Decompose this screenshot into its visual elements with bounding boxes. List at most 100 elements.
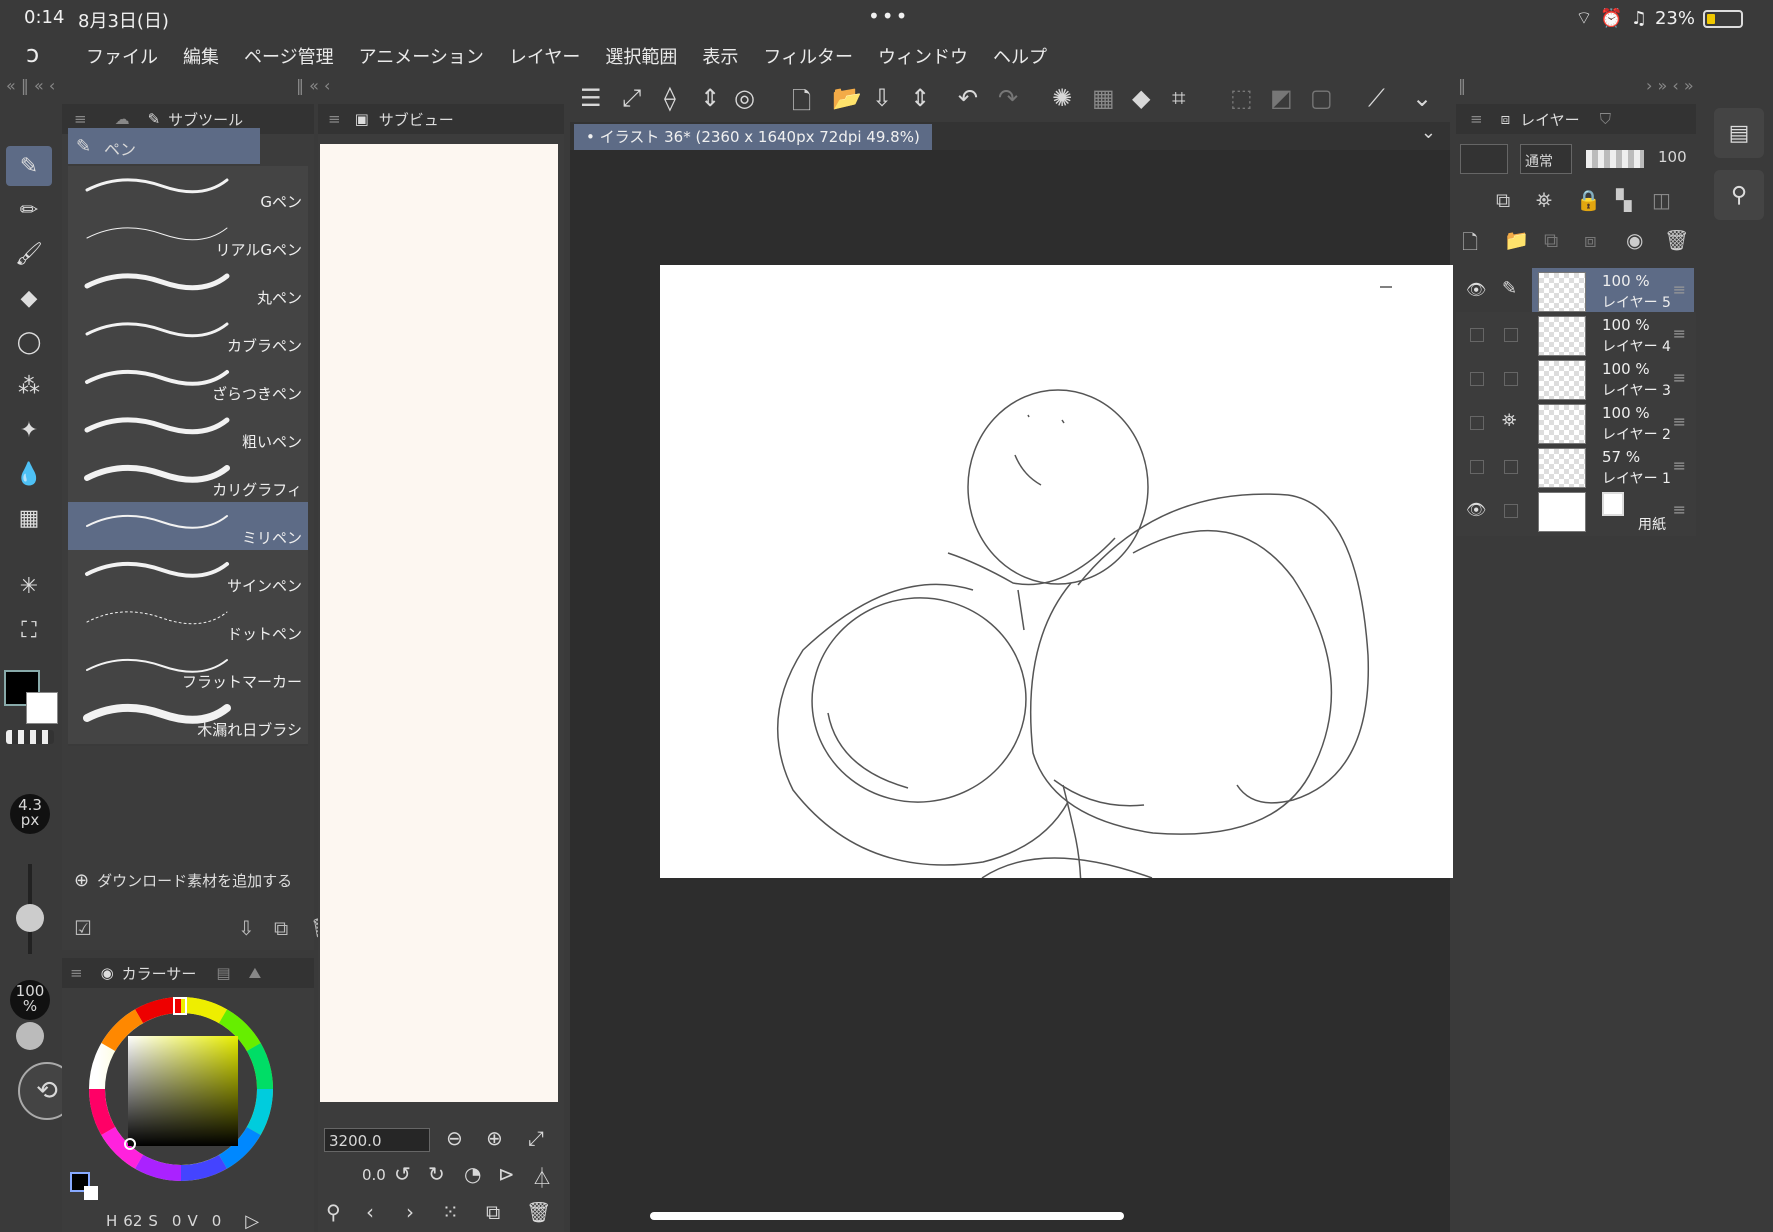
delete-image-icon[interactable]: 🗑 [526, 1200, 551, 1224]
brush-size-indicator[interactable]: 4.3 px [10, 794, 50, 834]
search-layer-icon[interactable]: ⚲ [1714, 170, 1764, 220]
menu-item[interactable]: ヘルプ [993, 43, 1047, 69]
panel-toggle-icon[interactable]: ▤ [1714, 108, 1764, 158]
zoom-out-icon[interactable]: ⊖ [446, 1126, 463, 1150]
fill-icon[interactable]: ◆ [1132, 84, 1150, 112]
brush-item[interactable]: リアルGペン [68, 214, 308, 266]
subview-tab[interactable]: サブビュー [379, 109, 454, 130]
undo-icon[interactable]: ↶ [958, 84, 978, 112]
layer-drag-handle-icon[interactable]: ≡ [1673, 500, 1686, 519]
brush-item[interactable]: フラットマーカー [68, 646, 308, 698]
save-icon[interactable]: ⇩ [872, 84, 892, 112]
hamburger-menu-icon[interactable]: ☰ [580, 84, 602, 112]
color-set-tab-icon[interactable]: ▤ [216, 964, 230, 982]
brush-item[interactable]: 木漏れ日ブラシ [68, 694, 308, 746]
new-raster-layer-icon[interactable]: 🗋 [1462, 228, 1478, 262]
pen-tool-icon[interactable]: ✎ [6, 146, 52, 186]
sparkle-tool-icon[interactable]: ✦ [6, 410, 52, 450]
subtool-import-icon[interactable]: ⇩ [238, 916, 255, 940]
canvas-tab[interactable]: • イラスト 36* (2360 x 1640px 72dpi 49.8%) [574, 124, 932, 150]
layer-row[interactable]: 👁 用紙 ≡ [1456, 488, 1696, 536]
subview-zoom-field[interactable]: 3200.0 [324, 1128, 430, 1152]
brush-item[interactable]: ミリペン [68, 502, 308, 554]
rec-icon[interactable]: ◎ [734, 84, 755, 112]
brush-item[interactable]: ざらつきペン [68, 358, 308, 410]
panel-menu-icon[interactable]: ≡ [70, 964, 83, 982]
eye-icon[interactable]: 👁 [1466, 280, 1486, 299]
invert-selection-icon[interactable]: ◩ [1270, 84, 1293, 112]
layer-mask-icon[interactable]: ◉ [1626, 228, 1643, 252]
menu-item[interactable]: アニメーション [359, 43, 484, 69]
fill-tool-icon[interactable]: ⛶ [6, 610, 52, 650]
panel-menu-icon[interactable]: ≡ [328, 110, 341, 128]
deselect-icon[interactable]: ⬚ [1230, 84, 1253, 112]
airbrush-tool-icon[interactable]: ⁂ [6, 366, 52, 406]
resize-canvas-icon[interactable]: ⤢ [622, 84, 641, 112]
reset-rotation-icon[interactable]: ◔ [464, 1162, 481, 1186]
collapse-mid-icon[interactable]: ‖ « ‹ [296, 76, 330, 100]
visibility-checkbox[interactable] [1470, 328, 1484, 342]
blend-mode-dropdown[interactable]: 通常 [1520, 144, 1572, 174]
layer-drag-handle-icon[interactable]: ≡ [1673, 324, 1686, 343]
menu-item[interactable]: 表示 [702, 43, 738, 69]
layer-tab[interactable]: レイヤー [1520, 109, 1580, 130]
subtool-settings-icon[interactable]: ☑ [74, 916, 92, 940]
copy-layer-icon[interactable]: ⧉ [1544, 228, 1558, 252]
lock-transparency-icon[interactable]: ▚ [1616, 188, 1631, 212]
layer-row[interactable]: 👁 ✎ 100 % レイヤー 5 ≡ [1456, 268, 1696, 316]
brush-item[interactable]: Gペン [68, 166, 308, 218]
fit-view-icon[interactable]: ⤢ [528, 1126, 544, 1150]
import-image-icon[interactable]: ⧉ [486, 1200, 500, 1224]
multitask-dots-icon[interactable]: ••• [868, 4, 909, 28]
layer-lock-checkbox[interactable] [1504, 372, 1518, 386]
home-indicator[interactable] [650, 1212, 1124, 1220]
color-wheel-tab[interactable]: カラーサー [122, 963, 197, 984]
flip-horizontal-icon[interactable]: ⊳ [498, 1162, 515, 1186]
subview-image[interactable] [320, 144, 558, 1102]
layer-color-dropdown[interactable] [1460, 144, 1508, 174]
brush-item[interactable]: 粗いペン [68, 406, 308, 458]
layer-lock-checkbox[interactable] [1504, 328, 1518, 342]
color-history-tab-icon[interactable]: ⛰ [249, 964, 262, 982]
add-material-button[interactable]: ⊕ ダウンロード素材を追加する [74, 870, 292, 891]
layer-row[interactable]: 57 % レイヤー 1 ≡ [1456, 444, 1696, 492]
collapse-right-icon[interactable]: ‖ [1458, 76, 1466, 100]
lasso-tool-icon[interactable]: ◯ [6, 322, 52, 362]
chevron-down-icon[interactable]: ⌄ [1412, 84, 1432, 112]
rotate-left-icon[interactable]: ↺ [394, 1162, 411, 1186]
grid-tool-icon[interactable]: ▦ [6, 498, 52, 538]
crop-icon[interactable]: ⌗ [1172, 84, 1186, 112]
subtool-duplicate-icon[interactable]: ⧉ [274, 916, 288, 940]
expand-right-icon[interactable]: › » ‹ » [1646, 76, 1694, 100]
pencil-tool-icon[interactable]: ✏ [6, 190, 52, 230]
auto-select-tool-icon[interactable]: ✳ [6, 566, 52, 606]
visibility-checkbox[interactable] [1470, 372, 1484, 386]
layer-row[interactable]: 100 % レイヤー 4 ≡ [1456, 312, 1696, 360]
delete-layer-icon[interactable]: 🗑 [1664, 228, 1689, 252]
menu-item[interactable]: レイヤー [509, 43, 580, 69]
menu-item[interactable]: フィルター [763, 43, 853, 69]
subtool-tab[interactable]: サブツール [168, 109, 243, 130]
open-folder-icon[interactable]: 📂 [832, 84, 862, 112]
visibility-checkbox[interactable] [1470, 460, 1484, 474]
brush-size-slider-handle[interactable] [16, 904, 44, 932]
eyedropper-icon[interactable]: ⚲ [326, 1200, 341, 1224]
layer-drag-handle-icon[interactable]: ≡ [1673, 412, 1686, 431]
brush-item[interactable]: カリグラフィ [68, 454, 308, 506]
cloud-icon[interactable]: ☁ [115, 110, 130, 128]
prev-image-icon[interactable]: ‹ [366, 1200, 374, 1224]
clear-icon[interactable]: ▦ [1092, 84, 1115, 112]
subtool-group-pen[interactable]: ペン [68, 128, 260, 164]
layer-lock-checkbox[interactable] [1504, 460, 1518, 474]
flip-vertical-icon[interactable]: ⏃ [532, 1162, 552, 1191]
drawing-canvas[interactable] [660, 265, 1453, 878]
menu-item[interactable]: ファイル [86, 43, 158, 69]
layer-lock-checkbox[interactable] [1504, 504, 1518, 518]
zoom-in-icon[interactable]: ⊕ [486, 1126, 503, 1150]
layer-row[interactable]: ⛯ 100 % レイヤー 2 ≡ [1456, 400, 1696, 448]
app-logo-icon[interactable]: ↄ [26, 40, 39, 68]
new-file-icon[interactable]: 🗋 [792, 84, 811, 125]
menu-item[interactable]: 編集 [183, 43, 219, 69]
tab-list-chevron-icon[interactable]: ⌄ [1421, 122, 1436, 143]
ruler-icon[interactable]: ⟋ [1368, 84, 1385, 112]
